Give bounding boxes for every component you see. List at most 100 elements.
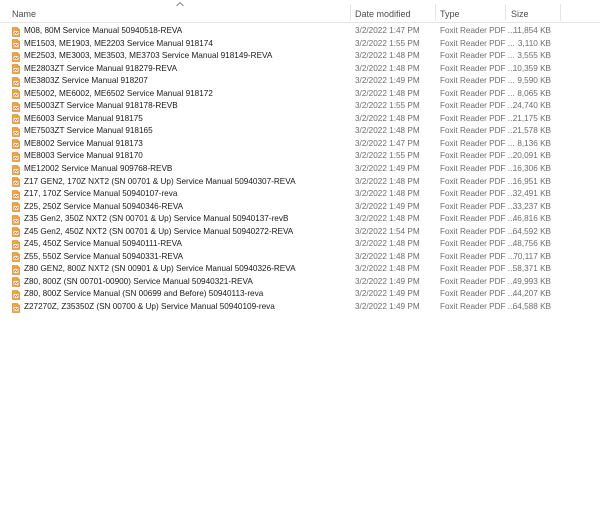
file-name: M08, 80M Service Manual 50940518-REVA <box>24 26 183 35</box>
column-header-date-modified[interactable]: Date modified <box>355 8 411 22</box>
file-row[interactable]: ME2803ZT Service Manual 918279-REVA 3/2/2… <box>0 63 600 76</box>
file-row[interactable]: ME1503, ME1903, ME2203 Service Manual 91… <box>0 38 600 51</box>
pdf-file-icon <box>12 202 20 212</box>
file-name: ME8002 Service Manual 918173 <box>24 138 143 148</box>
file-type: Foxit Reader PDF ... <box>440 151 515 161</box>
file-name: ME2803ZT Service Manual 918279-REVA <box>24 63 178 73</box>
file-date-modified: 3/2/2022 1:48 PM <box>355 51 420 61</box>
file-date-modified: 3/2/2022 1:48 PM <box>355 176 420 186</box>
file-name: ME6003 Service Manual 918175 <box>24 113 143 123</box>
file-date-modified: 3/2/2022 1:48 PM <box>355 88 420 98</box>
file-row[interactable]: Z80, 800Z Service Manual (SN 00699 and B… <box>0 288 600 301</box>
file-row[interactable]: Z80 GEN2, 800Z NXT2 (SN 00901 & Up) Serv… <box>0 263 600 276</box>
file-row[interactable]: M08, 80M Service Manual 50940518-REVA 3/2… <box>0 25 600 38</box>
file-name: ME8003 Service Manual 918170 <box>24 151 143 161</box>
pdf-file-icon <box>12 214 20 225</box>
file-name: Z80, 800Z (SN 00701-00900) Service Manua… <box>24 276 253 286</box>
file-row[interactable]: Z55, 550Z Service Manual 50940331-REVA 3/… <box>0 251 600 264</box>
file-size: 70,117 KB <box>513 251 551 261</box>
file-type: Foxit Reader PDF ... <box>440 126 515 136</box>
file-row[interactable]: Z27270Z, Z35350Z (SN 00700 & Up) Service… <box>0 301 600 314</box>
pdf-file-icon <box>12 152 20 162</box>
pdf-file-icon <box>12 139 20 150</box>
pdf-file-icon <box>12 239 20 250</box>
file-row[interactable]: Z45, 450Z Service Manual 50940111-REVA 3/… <box>0 238 600 251</box>
sort-ascending-icon[interactable] <box>176 1 184 7</box>
file-type: Foxit Reader PDF ... <box>440 289 515 299</box>
pdf-file-icon <box>12 89 20 100</box>
file-row[interactable]: ME7503ZT Service Manual 918165 3/2/2022 1… <box>0 125 600 138</box>
file-type: Foxit Reader PDF ... <box>440 239 515 249</box>
file-row[interactable]: Z25, 250Z Service Manual 50940346-REVA 3/… <box>0 201 600 214</box>
file-type: Foxit Reader PDF ... <box>440 176 515 186</box>
file-row[interactable]: Z17 GEN2, 170Z NXT2 (SN 00701 & Up) Serv… <box>0 176 600 189</box>
file-row[interactable]: ME5002, ME6002, ME6502 Service Manual 91… <box>0 88 600 101</box>
file-date-modified: 3/2/2022 1:48 PM <box>355 239 420 249</box>
column-header-name[interactable]: Name <box>12 8 36 22</box>
pdf-file-icon <box>12 26 20 37</box>
file-date-modified: 3/2/2022 1:48 PM <box>355 264 420 274</box>
file-date-modified: 3/2/2022 1:55 PM <box>355 101 420 111</box>
file-type: Foxit Reader PDF ... <box>440 214 515 224</box>
file-size: 58,371 KB <box>512 264 551 274</box>
file-size: 46,816 KB <box>512 214 551 224</box>
file-date-modified: 3/2/2022 1:54 PM <box>355 226 420 236</box>
file-size: 21,578 KB <box>512 126 551 136</box>
file-size: 21,175 KB <box>512 113 551 123</box>
column-divider[interactable] <box>560 4 561 21</box>
file-type: Foxit Reader PDF ... <box>440 138 515 148</box>
file-row[interactable]: ME8003 Service Manual 918170 3/2/2022 1:5… <box>0 150 600 163</box>
pdf-file-icon <box>12 290 20 300</box>
column-header-type[interactable]: Type <box>440 8 460 22</box>
file-type: Foxit Reader PDF ... <box>440 51 515 61</box>
pdf-file-icon <box>12 164 20 175</box>
file-row[interactable]: ME12002 Service Manual 909768-REVB 3/2/20… <box>0 163 600 176</box>
file-name: ME1503, ME1903, ME2203 Service Manual 91… <box>24 38 213 48</box>
file-size: 11,854 KB <box>513 26 551 35</box>
file-size: 3,110 KB <box>517 38 551 48</box>
file-row[interactable]: ME5003ZT Service Manual 918178-REVB 3/2/2… <box>0 100 600 113</box>
file-row[interactable]: ME2503, ME3003, ME3503, ME3703 Service M… <box>0 50 600 63</box>
file-name: ME5002, ME6002, ME6502 Service Manual 91… <box>24 88 213 98</box>
file-row[interactable]: ME6003 Service Manual 918175 3/2/2022 1:4… <box>0 113 600 126</box>
file-name: Z55, 550Z Service Manual 50940331-REVA <box>24 251 184 261</box>
file-explorer: Name Date modified Type Size M08, 80M Se… <box>0 0 600 512</box>
file-name: Z25, 250Z Service Manual 50940346-REVA <box>24 201 184 211</box>
file-type: Foxit Reader PDF ... <box>440 26 515 35</box>
file-size: 48,756 KB <box>512 239 551 249</box>
file-row[interactable]: Z17, 170Z Service Manual 50940107-reva 3/… <box>0 188 600 201</box>
file-name: ME3803Z Service Manual 918207 <box>24 76 148 86</box>
column-divider[interactable] <box>435 4 436 21</box>
file-name: Z80 GEN2, 800Z NXT2 (SN 00901 & Up) Serv… <box>24 264 296 274</box>
file-type: Foxit Reader PDF ... <box>440 189 515 199</box>
file-size: 10,359 KB <box>512 63 551 73</box>
file-name: Z80, 800Z Service Manual (SN 00699 and B… <box>24 289 264 299</box>
column-header-row: Name Date modified Type Size <box>0 0 600 23</box>
pdf-file-icon <box>12 277 20 288</box>
file-size: 8,065 KB <box>517 88 551 98</box>
file-date-modified: 3/2/2022 1:48 PM <box>355 251 420 261</box>
file-type: Foxit Reader PDF ... <box>440 201 515 211</box>
column-header-size[interactable]: Size <box>511 8 529 22</box>
column-divider[interactable] <box>505 4 506 21</box>
file-name: Z27270Z, Z35350Z (SN 00700 & Up) Service… <box>24 302 275 312</box>
file-list: M08, 80M Service Manual 50940518-REVA 3/2… <box>0 25 600 314</box>
file-type: Foxit Reader PDF ... <box>440 101 515 111</box>
file-type: Foxit Reader PDF ... <box>440 251 515 261</box>
file-date-modified: 3/2/2022 1:49 PM <box>355 164 420 174</box>
pdf-file-icon <box>12 101 20 112</box>
file-size: 16,951 KB <box>512 176 551 186</box>
file-date-modified: 3/2/2022 1:48 PM <box>355 189 420 199</box>
file-size: 33,237 KB <box>512 201 551 211</box>
pdf-file-icon <box>12 252 20 263</box>
file-row[interactable]: ME8002 Service Manual 918173 3/2/2022 1:4… <box>0 138 600 151</box>
file-row[interactable]: Z35 Gen2, 350Z NXT2 (SN 00701 & Up) Serv… <box>0 213 600 226</box>
file-row[interactable]: Z45 Gen2, 450Z NXT2 (SN 00701 & Up) Serv… <box>0 226 600 239</box>
file-row[interactable]: ME3803Z Service Manual 918207 3/2/2022 1:… <box>0 75 600 88</box>
file-name: ME2503, ME3003, ME3503, ME3703 Service M… <box>24 51 273 61</box>
file-name: ME5003ZT Service Manual 918178-REVB <box>24 101 178 111</box>
pdf-file-icon <box>12 177 20 187</box>
column-divider[interactable] <box>350 4 351 21</box>
file-row[interactable]: Z80, 800Z (SN 00701-00900) Service Manua… <box>0 276 600 289</box>
file-name: Z17, 170Z Service Manual 50940107-reva <box>24 189 178 199</box>
